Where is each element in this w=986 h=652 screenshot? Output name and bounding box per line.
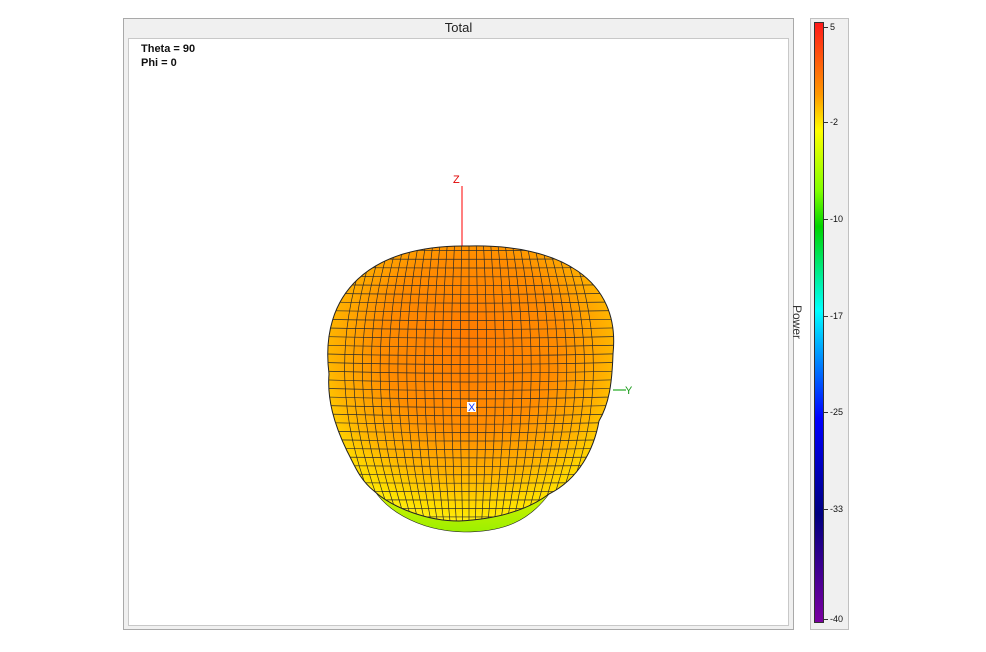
colorbar-tick-label: -25 <box>830 407 844 417</box>
colorbar-tick-label: -10 <box>830 214 844 224</box>
plot-title: Total <box>444 20 473 35</box>
plot-panel: Total Theta = 90 Phi = 0 Z Y X <box>123 18 794 630</box>
radiation-pattern-3d[interactable]: Z Y X <box>129 39 790 627</box>
colorbar-tick-label: -17 <box>830 311 844 321</box>
colorbar: 5 -2 -10 -17 -25 -33 -40 <box>810 18 849 630</box>
y-axis-label: Y <box>625 385 633 397</box>
colorbar-tick <box>824 316 828 317</box>
colorbar-title: Power <box>790 305 804 340</box>
z-axis-label: Z <box>453 174 460 186</box>
pattern-surface <box>327 245 615 533</box>
colorbar-tick <box>824 509 828 510</box>
plot-canvas[interactable]: Theta = 90 Phi = 0 Z Y X <box>128 38 789 626</box>
colorbar-tick <box>824 619 828 620</box>
colorbar-tick-label: -33 <box>830 504 844 514</box>
colorbar-tick <box>824 219 828 220</box>
colorbar-tick <box>824 27 828 28</box>
colorbar-tick-label: 5 <box>830 22 836 32</box>
colorbar-tick-label: -40 <box>830 614 844 624</box>
colorbar-tick <box>824 412 828 413</box>
x-axis-label: X <box>468 402 476 414</box>
colorbar-tick <box>824 122 828 123</box>
colorbar-gradient <box>814 22 824 623</box>
colorbar-tick-label: -2 <box>830 117 839 127</box>
